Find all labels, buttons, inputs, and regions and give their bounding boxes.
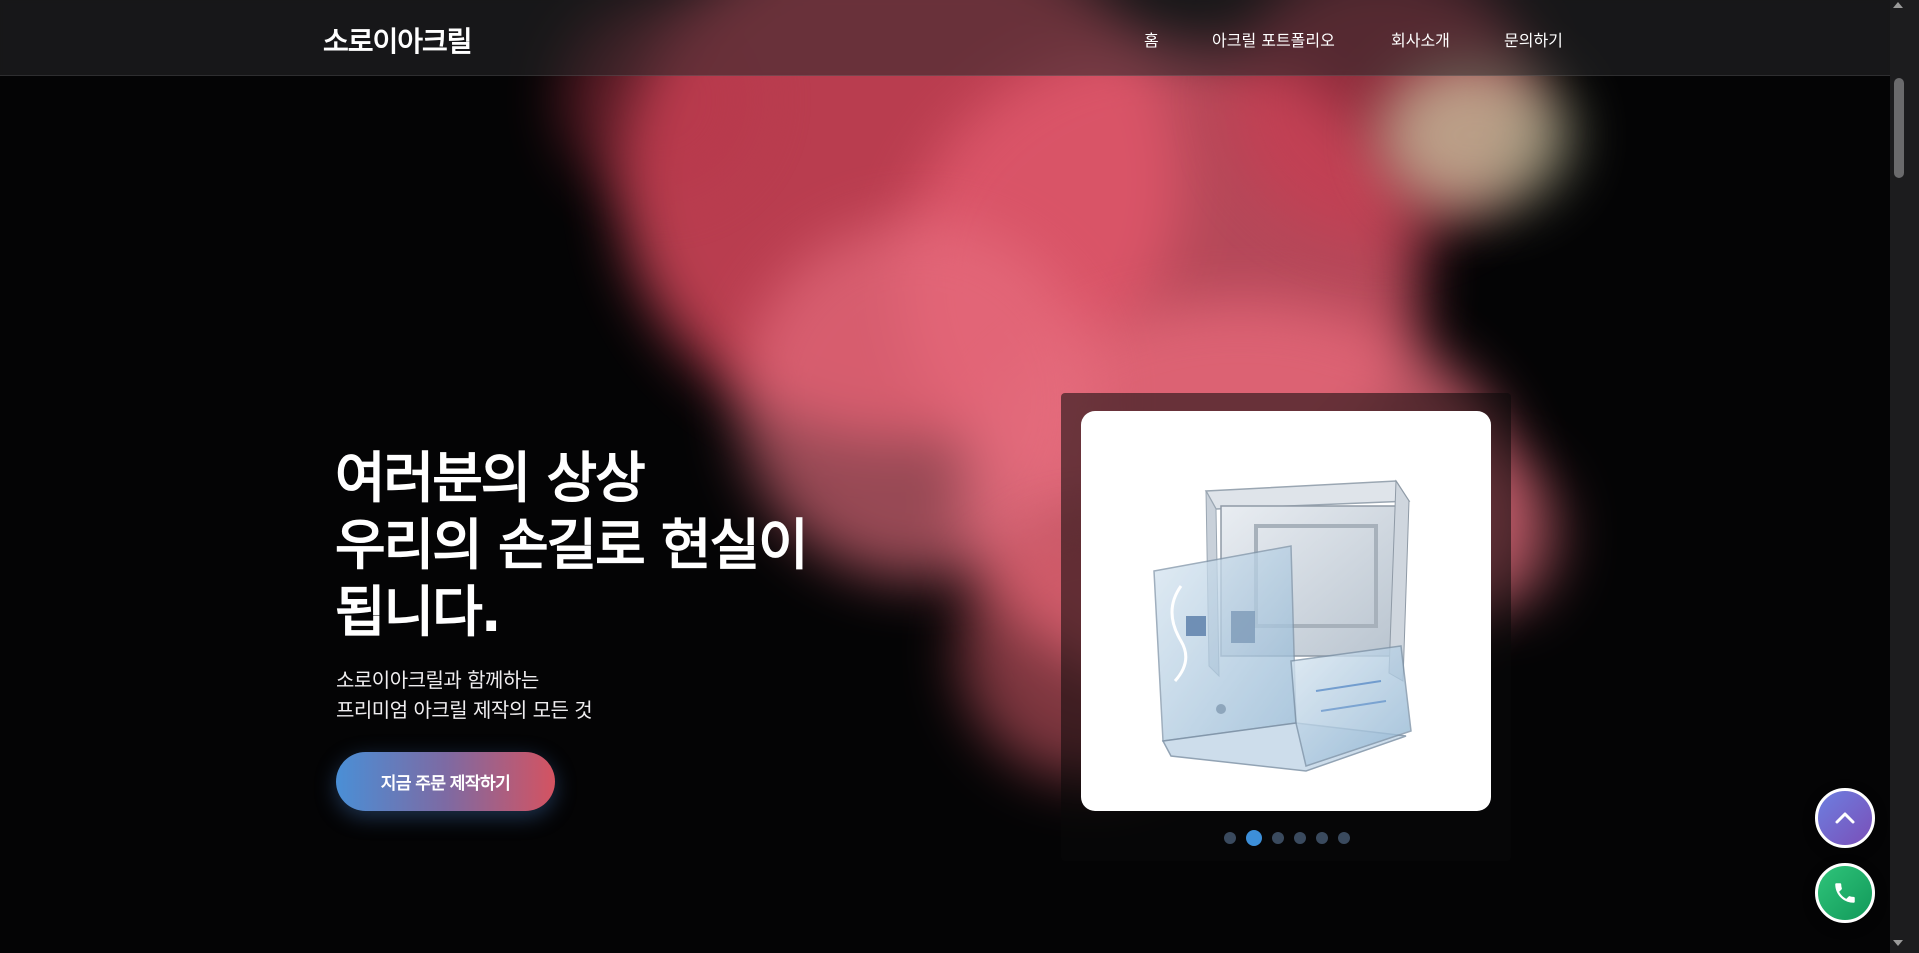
slider-pagination: [1224, 830, 1350, 846]
slider-dot[interactable]: [1316, 832, 1328, 844]
slider-dot-active[interactable]: [1246, 830, 1262, 846]
nav-item-about[interactable]: 회사소개: [1391, 27, 1450, 51]
slider-dot[interactable]: [1338, 832, 1350, 844]
scrollbar-thumb[interactable]: [1894, 78, 1904, 178]
slider-dot[interactable]: [1294, 832, 1306, 844]
nav-item-contact[interactable]: 문의하기: [1504, 27, 1563, 51]
hero-subtitle-line: 소로이아크릴과 함께하는: [336, 668, 539, 692]
call-button[interactable]: [1815, 863, 1875, 923]
nav-item-home[interactable]: 홈: [1144, 27, 1159, 51]
nav-item-portfolio[interactable]: 아크릴 포트폴리오: [1212, 27, 1335, 51]
slider-dot[interactable]: [1272, 832, 1284, 844]
hero-title-line: 여러분의 상상: [335, 446, 646, 510]
hero-subtitle-line: 프리미엄 아크릴 제작의 모든 것: [336, 698, 593, 722]
product-slide-image[interactable]: [1081, 411, 1491, 811]
chevron-up-icon: [1835, 812, 1855, 824]
phone-icon: [1835, 883, 1855, 903]
acrylic-box-image: [1153, 479, 1412, 772]
hero-subtitle: 소로이아크릴과 함께하는 프리미엄 아크릴 제작의 모든 것: [336, 665, 593, 725]
hero-background: [0, 0, 1919, 953]
hero-title-line: 됩니다.: [335, 580, 502, 644]
slider-dot[interactable]: [1224, 832, 1236, 844]
scroll-up-arrow-icon[interactable]: [1893, 2, 1903, 8]
brand-logo[interactable]: 소로이아크릴: [323, 20, 473, 60]
site-header: 소로이아크릴 홈 아크릴 포트폴리오 회사소개 문의하기: [0, 0, 1890, 76]
scroll-to-top-button[interactable]: [1815, 788, 1875, 848]
hero-title-line: 우리의 손길로 현실이: [335, 513, 809, 577]
hero-title: 여러분의 상상 우리의 손길로 현실이 됩니다.: [335, 445, 809, 646]
scroll-down-arrow-icon[interactable]: [1893, 940, 1903, 946]
order-now-button[interactable]: 지금 주문 제작하기: [336, 752, 555, 811]
